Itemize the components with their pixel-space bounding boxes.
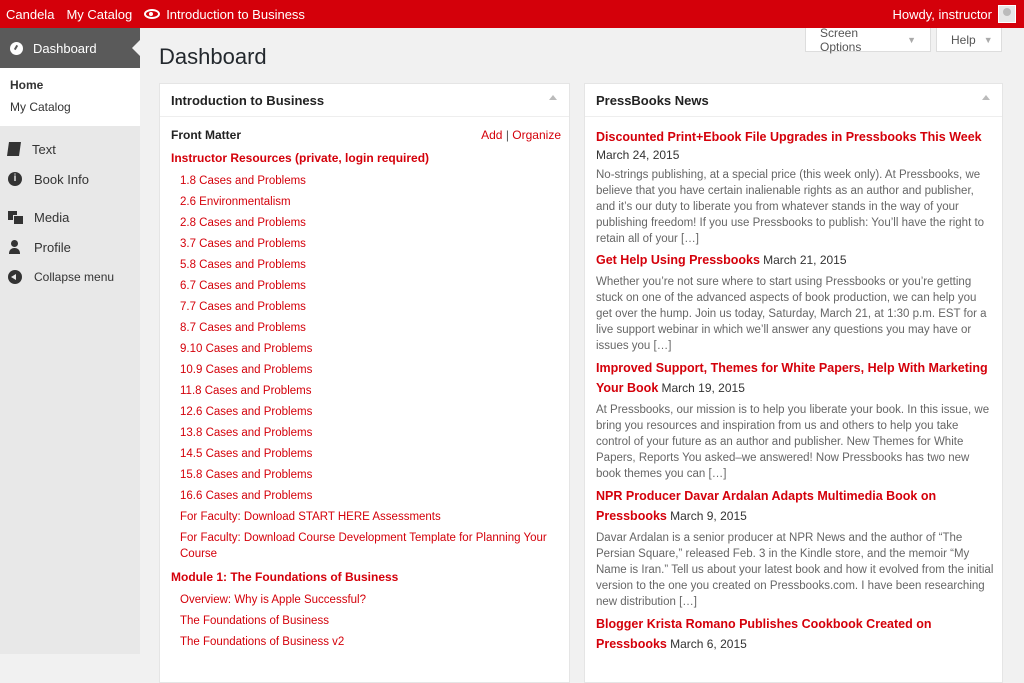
chapter-link[interactable]: 11.8 Cases and Problems <box>180 383 311 399</box>
collapse-menu-label: Collapse menu <box>34 270 115 284</box>
chapter-link[interactable]: For Faculty: Download START HERE Assessm… <box>180 509 441 525</box>
add-link[interactable]: Add <box>481 128 502 142</box>
help-label: Help <box>951 32 976 47</box>
chapter-link[interactable]: For Faculty: Download Course Development… <box>180 530 550 562</box>
news-item-excerpt: At Pressbooks, our mission is to help yo… <box>596 404 990 480</box>
news-item: Blogger Krista Romano Publishes Cookbook… <box>596 614 994 654</box>
menu-text-label: Text <box>32 141 56 157</box>
chapter-link[interactable]: 9.10 Cases and Problems <box>180 341 312 357</box>
chapter-link[interactable]: 1.8 Cases and Problems <box>180 173 306 189</box>
submenu-my-catalog[interactable]: My Catalog <box>0 96 140 118</box>
help-button[interactable]: Help ▼ <box>936 28 1002 52</box>
dashboard-submenu: Home My Catalog <box>0 68 140 126</box>
view-book-link[interactable]: Introduction to Business <box>144 7 305 22</box>
submenu-home[interactable]: Home <box>0 74 140 96</box>
chapter-link[interactable]: 2.6 Environmentalism <box>180 194 291 210</box>
eye-icon <box>144 9 161 19</box>
book-title-link: Introduction to Business <box>166 6 305 22</box>
news-widget: PressBooks News Discounted Print+Ebook F… <box>584 83 1003 683</box>
news-item-title[interactable]: Improved Support, Themes for White Paper… <box>596 361 988 395</box>
front-matter-label: Front Matter <box>171 128 241 142</box>
toc-widget-title: Introduction to Business <box>171 92 325 108</box>
collapse-toggle-icon[interactable] <box>549 95 557 100</box>
chapter-link[interactable]: 15.8 Cases and Problems <box>180 467 312 483</box>
menu-media[interactable]: Media <box>0 202 140 232</box>
news-item-date: March 6, 2015 <box>670 637 747 651</box>
menu-dashboard[interactable]: Dashboard <box>0 28 140 68</box>
news-item-date: March 9, 2015 <box>670 509 747 523</box>
collapse-toggle-icon[interactable] <box>982 95 990 100</box>
toc-widget-header[interactable]: Introduction to Business <box>160 84 569 117</box>
media-icon <box>8 211 24 225</box>
profile-icon <box>8 240 22 254</box>
dashboard-icon <box>10 41 23 55</box>
menu-dashboard-label: Dashboard <box>33 40 97 56</box>
news-item-excerpt: Davar Ardalan is a senior producer at NP… <box>596 532 994 608</box>
chevron-down-icon: ▼ <box>983 34 993 45</box>
news-item: Improved Support, Themes for White Paper… <box>596 358 994 482</box>
screen-options-label: Screen Options <box>820 25 862 54</box>
chapter-link[interactable]: 6.7 Cases and Problems <box>180 278 306 294</box>
news-item-title[interactable]: Discounted Print+Ebook File Upgrades in … <box>596 130 982 144</box>
news-item: Get Help Using Pressbooks March 21, 2015… <box>596 250 994 354</box>
chapter-link[interactable]: 2.8 Cases and Problems <box>180 215 306 231</box>
chapter-link[interactable]: 13.8 Cases and Problems <box>180 425 312 441</box>
menu-media-label: Media <box>34 209 70 225</box>
news-item: Discounted Print+Ebook File Upgrades in … <box>596 127 994 247</box>
site-link-candela[interactable]: Candela <box>6 7 54 22</box>
news-item-date: March 24, 2015 <box>596 148 680 162</box>
menu-text[interactable]: Text <box>0 134 140 164</box>
chapter-link[interactable]: Overview: Why is Apple Successful? <box>180 592 366 608</box>
info-icon: i <box>8 172 22 186</box>
part-module-1[interactable]: Module 1: The Foundations of Business <box>171 570 398 584</box>
news-item-date: March 19, 2015 <box>661 381 745 395</box>
chapter-link[interactable]: 5.8 Cases and Problems <box>180 257 306 273</box>
chapter-link[interactable]: 16.6 Cases and Problems <box>180 488 312 504</box>
toc-widget: Introduction to Business Front Matter Ad… <box>159 83 570 683</box>
news-item-title[interactable]: Get Help Using Pressbooks <box>596 253 760 267</box>
chapter-link[interactable]: 8.7 Cases and Problems <box>180 320 306 336</box>
page-title: Dashboard <box>159 44 267 69</box>
text-icon <box>7 142 21 156</box>
howdy-text: Howdy, instructor <box>892 6 992 22</box>
screen-options-button[interactable]: Screen Options ▼ <box>805 25 931 54</box>
chevron-down-icon: ▼ <box>907 34 916 45</box>
menu-book-info[interactable]: i Book Info <box>0 164 140 194</box>
news-widget-title: PressBooks News <box>596 92 709 108</box>
menu-book-info-label: Book Info <box>34 171 89 187</box>
news-item-date: March 21, 2015 <box>763 253 847 267</box>
link-separator: | <box>505 128 509 142</box>
organize-link[interactable]: Organize <box>512 128 561 142</box>
chapter-link[interactable]: 7.7 Cases and Problems <box>180 299 306 315</box>
news-item-title[interactable]: NPR Producer Davar Ardalan Adapts Multim… <box>596 489 936 523</box>
news-widget-header[interactable]: PressBooks News <box>585 84 1002 117</box>
my-catalog-link[interactable]: My Catalog <box>66 7 132 22</box>
account-menu[interactable]: Howdy, instructor <box>893 0 1016 28</box>
chapter-link[interactable]: The Foundations of Business v2 <box>180 634 344 650</box>
avatar <box>998 5 1016 23</box>
chapter-link[interactable]: The Foundations of Business <box>180 613 329 629</box>
news-item-excerpt: Whether you’re not sure where to start u… <box>596 276 987 352</box>
news-item-title[interactable]: Blogger Krista Romano Publishes Cookbook… <box>596 617 931 651</box>
menu-profile-label: Profile <box>34 239 71 255</box>
admin-sidebar: Dashboard Home My Catalog Text i Book In… <box>0 28 140 654</box>
collapse-icon <box>8 270 22 284</box>
front-matter-row: Front Matter Add | Organize <box>171 128 561 142</box>
admin-bar: Candela My Catalog Introduction to Busin… <box>0 0 1024 28</box>
news-item-excerpt: No-strings publishing, at a special pric… <box>596 169 985 245</box>
collapse-menu-button[interactable]: Collapse menu <box>0 262 140 292</box>
chapter-link[interactable]: 10.9 Cases and Problems <box>180 362 312 378</box>
menu-profile[interactable]: Profile <box>0 232 140 262</box>
chapter-link[interactable]: 3.7 Cases and Problems <box>180 236 306 252</box>
part-instructor-resources[interactable]: Instructor Resources (private, login req… <box>171 151 429 165</box>
chapter-link[interactable]: 14.5 Cases and Problems <box>180 446 312 462</box>
news-item: NPR Producer Davar Ardalan Adapts Multim… <box>596 486 994 610</box>
chapter-link[interactable]: 12.6 Cases and Problems <box>180 404 312 420</box>
